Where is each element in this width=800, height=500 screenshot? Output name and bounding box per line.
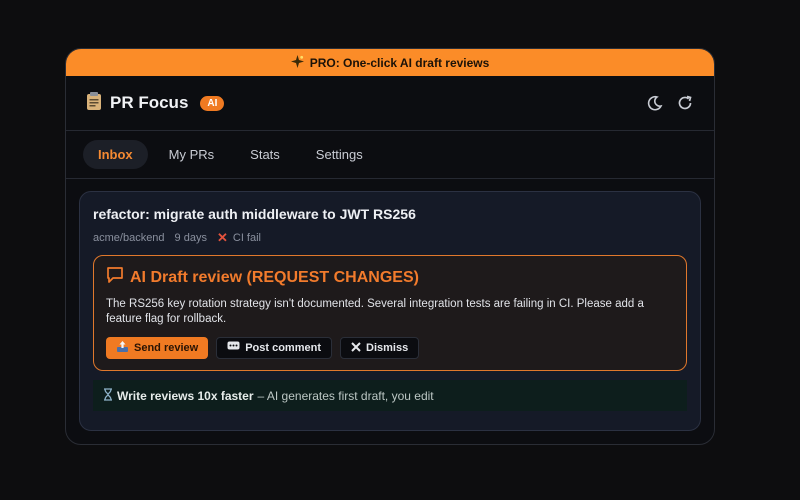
pro-banner[interactable]: PRO: One-click AI draft reviews bbox=[66, 49, 714, 76]
hourglass-icon bbox=[103, 387, 113, 404]
app-title: PR Focus bbox=[110, 93, 189, 112]
outbox-icon bbox=[116, 340, 129, 356]
pr-card[interactable]: refactor: migrate auth middleware to JWT… bbox=[79, 191, 701, 431]
ci-status: ✕ CI fail bbox=[217, 230, 261, 246]
clipboard-icon bbox=[86, 91, 102, 115]
pr-title[interactable]: refactor: migrate auth middleware to JWT… bbox=[93, 206, 687, 222]
pr-repo: acme/backend bbox=[93, 232, 165, 244]
header: PR Focus AI bbox=[66, 76, 714, 131]
tab-settings[interactable]: Settings bbox=[301, 140, 378, 169]
ai-draft-panel: AI Draft review (REQUEST CHANGES) The RS… bbox=[93, 255, 687, 371]
send-review-label: Send review bbox=[134, 342, 199, 354]
draft-title: AI Draft review (REQUEST CHANGES) bbox=[130, 268, 419, 286]
moon-icon[interactable] bbox=[646, 94, 664, 112]
tip-strong: Write reviews 10x faster bbox=[117, 388, 254, 403]
sparkle-icon bbox=[290, 54, 304, 71]
x-icon: ✕ bbox=[216, 230, 228, 245]
dismiss-button[interactable]: Dismiss bbox=[340, 337, 420, 359]
draft-header: AI Draft review (REQUEST CHANGES) bbox=[106, 266, 674, 289]
pr-meta: acme/backend 9 days ✕ CI fail bbox=[93, 230, 687, 246]
upsell-tip: Write reviews 10x faster – AI generates … bbox=[93, 380, 687, 411]
draft-actions: Send review Post comment Dismiss bbox=[106, 337, 674, 359]
tab-stats[interactable]: Stats bbox=[235, 140, 295, 169]
speech-bubble-icon bbox=[227, 341, 240, 355]
post-comment-label: Post comment bbox=[245, 342, 321, 354]
send-review-button[interactable]: Send review bbox=[106, 337, 209, 359]
header-actions bbox=[646, 94, 694, 112]
tab-inbox[interactable]: Inbox bbox=[83, 140, 148, 169]
dismiss-label: Dismiss bbox=[366, 342, 409, 354]
pro-banner-text: PRO: One-click AI draft reviews bbox=[309, 55, 490, 70]
ci-status-label: CI fail bbox=[232, 232, 261, 244]
tab-my-prs[interactable]: My PRs bbox=[154, 140, 230, 169]
logo: PR Focus AI bbox=[86, 91, 225, 115]
close-icon bbox=[351, 341, 361, 355]
ai-badge: AI bbox=[200, 95, 225, 111]
refresh-icon[interactable] bbox=[676, 94, 694, 112]
tab-bar: Inbox My PRs Stats Settings bbox=[66, 131, 714, 179]
comment-icon bbox=[106, 266, 124, 289]
pr-age: 9 days bbox=[174, 232, 207, 244]
extension-popup: PRO: One-click AI draft reviews PR Focus… bbox=[65, 48, 715, 445]
tip-rest: – AI generates first draft, you edit bbox=[257, 388, 434, 403]
draft-body: The RS256 key rotation strategy isn't do… bbox=[106, 298, 644, 325]
post-comment-button[interactable]: Post comment bbox=[216, 337, 332, 359]
